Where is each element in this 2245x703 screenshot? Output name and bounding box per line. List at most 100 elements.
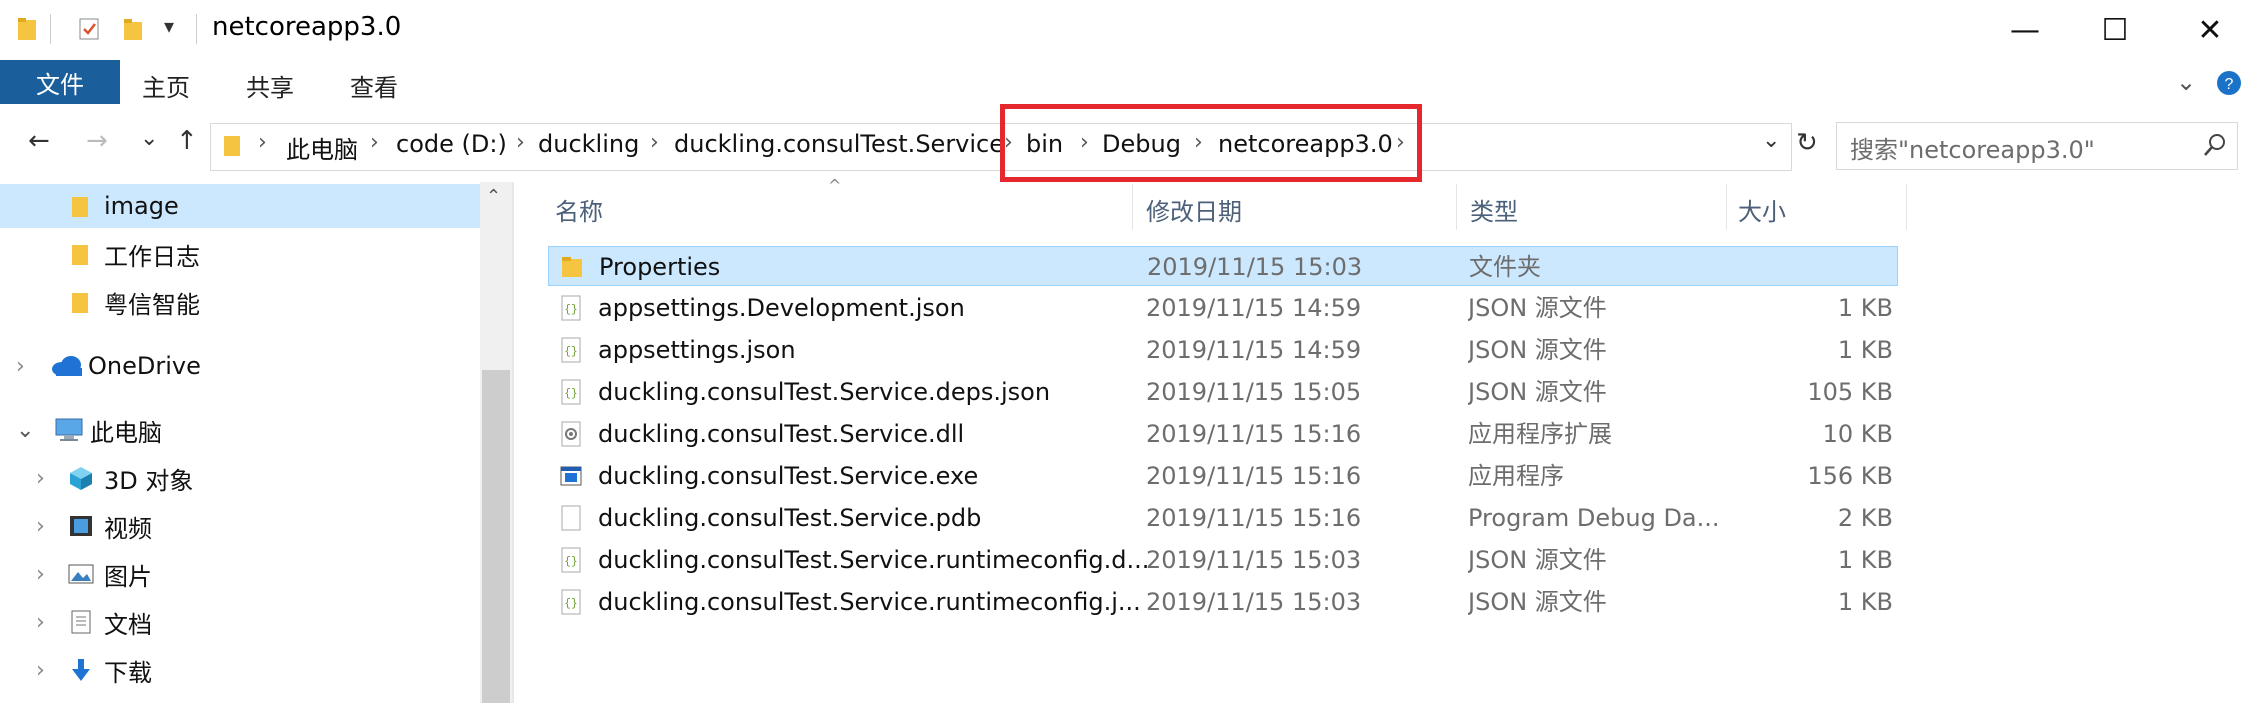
expand-chevron-icon[interactable]: ›: [36, 466, 56, 491]
breadcrumb-separator[interactable]: ›: [370, 130, 379, 155]
file-size: 1 KB: [1837, 546, 1893, 574]
tab-file[interactable]: 文件: [0, 60, 120, 104]
pane-divider[interactable]: [512, 182, 514, 703]
file-row-runtimeconfig-json[interactable]: {} duckling.consulTest.Service.runtimeco…: [548, 582, 1898, 622]
file-type: JSON 源文件: [1468, 294, 1607, 322]
maximize-button[interactable]: ☐: [2065, 0, 2165, 60]
expand-chevron-icon[interactable]: ›: [36, 562, 56, 587]
sidebar-item-this-pc[interactable]: ⌄ 此电脑: [0, 408, 480, 452]
file-type: 应用程序扩展: [1468, 420, 1612, 448]
sidebar-item-3d-objects[interactable]: › 3D 对象: [0, 456, 480, 500]
tab-share[interactable]: 共享: [246, 68, 294, 103]
file-row-deps-json[interactable]: {} duckling.consulTest.Service.deps.json…: [548, 372, 1898, 412]
sidebar-item-documents[interactable]: › 文档: [0, 600, 480, 644]
file-name: appsettings.Development.json: [598, 294, 965, 322]
file-date: 2019/11/15 15:16: [1146, 420, 1362, 448]
search-icon[interactable]: [2202, 132, 2228, 158]
file-date: 2019/11/15 14:59: [1146, 294, 1362, 322]
svg-text:{}: {}: [564, 346, 577, 358]
json-file-icon: {}: [561, 337, 581, 363]
back-button[interactable]: ←: [28, 126, 50, 156]
breadcrumb-item-drive[interactable]: code (D:): [396, 130, 507, 158]
file-date: 2019/11/15 15:03: [1146, 546, 1362, 574]
tab-home[interactable]: 主页: [142, 68, 190, 103]
sidebar-item-label: 粤信智能: [104, 290, 200, 319]
scroll-up-arrow[interactable]: ⌃: [486, 186, 501, 207]
window-title: netcoreapp3.0: [212, 12, 402, 42]
expand-ribbon-icon[interactable]: ⌄: [2176, 68, 2196, 96]
breadcrumb-separator[interactable]: ›: [650, 130, 659, 155]
recent-locations-button[interactable]: ⌄: [140, 126, 158, 151]
breadcrumb-item-service[interactable]: duckling.consulTest.Service: [674, 130, 1004, 158]
column-separator[interactable]: [1132, 184, 1133, 230]
properties-check-icon[interactable]: [78, 16, 100, 42]
file-type: JSON 源文件: [1468, 546, 1607, 574]
new-folder-icon[interactable]: [122, 16, 144, 42]
column-header-size[interactable]: 大小: [1738, 192, 1786, 227]
svg-text:{}: {}: [564, 388, 577, 400]
file-size: 1 KB: [1837, 294, 1893, 322]
column-separator[interactable]: [1906, 184, 1907, 230]
video-icon: [70, 516, 92, 536]
svg-text:{}: {}: [564, 598, 577, 610]
up-button[interactable]: ↑: [176, 126, 198, 156]
column-header-name[interactable]: 名称: [555, 192, 603, 227]
collapse-chevron-icon[interactable]: ⌄: [16, 418, 36, 443]
sidebar-item-label: 图片: [104, 562, 152, 591]
sidebar-item-downloads[interactable]: › 下载: [0, 648, 480, 692]
breadcrumb-item-duckling[interactable]: duckling: [538, 130, 639, 158]
column-separator[interactable]: [1456, 184, 1457, 230]
file-type: Program Debug Da...: [1468, 504, 1720, 532]
sidebar-item-work-log[interactable]: 工作日志: [0, 232, 480, 276]
file-name: Properties: [599, 253, 721, 281]
sidebar-item-yuexin[interactable]: 粤信智能: [0, 280, 480, 324]
file-row-properties[interactable]: Properties 2019/11/15 15:03 文件夹: [548, 246, 1898, 286]
refresh-button[interactable]: ↻: [1796, 128, 1818, 158]
exe-file-icon: [560, 466, 582, 486]
minimize-button[interactable]: —: [1975, 0, 2075, 60]
file-row-runtimeconfig-dev[interactable]: {} duckling.consulTest.Service.runtimeco…: [548, 540, 1898, 580]
forward-button[interactable]: →: [86, 126, 108, 156]
column-header-date[interactable]: 修改日期: [1146, 192, 1242, 227]
expand-chevron-icon[interactable]: ›: [16, 354, 36, 379]
sidebar-item-onedrive[interactable]: › OneDrive: [0, 344, 480, 388]
expand-chevron-icon[interactable]: ›: [36, 610, 56, 635]
breadcrumb-item-this-pc[interactable]: 此电脑: [286, 130, 358, 165]
expand-chevron-icon[interactable]: ›: [36, 514, 56, 539]
file-date: 2019/11/15 14:59: [1146, 336, 1362, 364]
file-row-exe[interactable]: duckling.consulTest.Service.exe 2019/11/…: [548, 456, 1898, 496]
file-row-dll[interactable]: duckling.consulTest.Service.dll 2019/11/…: [548, 414, 1898, 454]
file-row-pdb[interactable]: duckling.consulTest.Service.pdb 2019/11/…: [548, 498, 1898, 538]
file-name: duckling.consulTest.Service.deps.json: [598, 378, 1051, 406]
toolbar-divider: [196, 14, 197, 44]
sidebar-item-image[interactable]: image: [0, 184, 480, 228]
navigation-scrollbar-thumb[interactable]: [482, 370, 510, 703]
customize-toolbar-dropdown[interactable]: ▾: [164, 14, 174, 38]
file-date: 2019/11/15 15:05: [1146, 378, 1362, 406]
column-separator[interactable]: [1726, 184, 1727, 230]
svg-text:?: ?: [2225, 76, 2234, 93]
tab-view[interactable]: 查看: [350, 68, 398, 103]
sidebar-item-label: 此电脑: [90, 418, 162, 447]
svg-text:{}: {}: [564, 556, 577, 568]
breadcrumb-separator[interactable]: ›: [516, 130, 525, 155]
expand-chevron-icon[interactable]: ›: [36, 658, 56, 683]
sidebar-item-videos[interactable]: › 视频: [0, 504, 480, 548]
sidebar-item-pictures[interactable]: › 图片: [0, 552, 480, 596]
column-header-type[interactable]: 类型: [1470, 192, 1518, 227]
file-size: 1 KB: [1837, 588, 1893, 616]
address-dropdown-button[interactable]: ⌄: [1762, 128, 1780, 153]
document-icon: [71, 610, 91, 634]
file-date: 2019/11/15 15:03: [1146, 588, 1362, 616]
sidebar-item-label: OneDrive: [88, 352, 201, 380]
close-button[interactable]: ✕: [2160, 0, 2245, 60]
breadcrumb-separator[interactable]: ›: [258, 130, 267, 155]
file-row-appsettings-development[interactable]: {} appsettings.Development.json 2019/11/…: [548, 288, 1898, 328]
sidebar-item-label: image: [104, 192, 179, 220]
file-row-appsettings[interactable]: {} appsettings.json 2019/11/15 14:59 JSO…: [548, 330, 1898, 370]
file-size: 10 KB: [1822, 420, 1893, 448]
file-size: [1729, 247, 1894, 287]
folder-icon: [224, 136, 240, 156]
help-icon[interactable]: ?: [2216, 68, 2242, 98]
file-name: duckling.consulTest.Service.dll: [598, 420, 965, 448]
